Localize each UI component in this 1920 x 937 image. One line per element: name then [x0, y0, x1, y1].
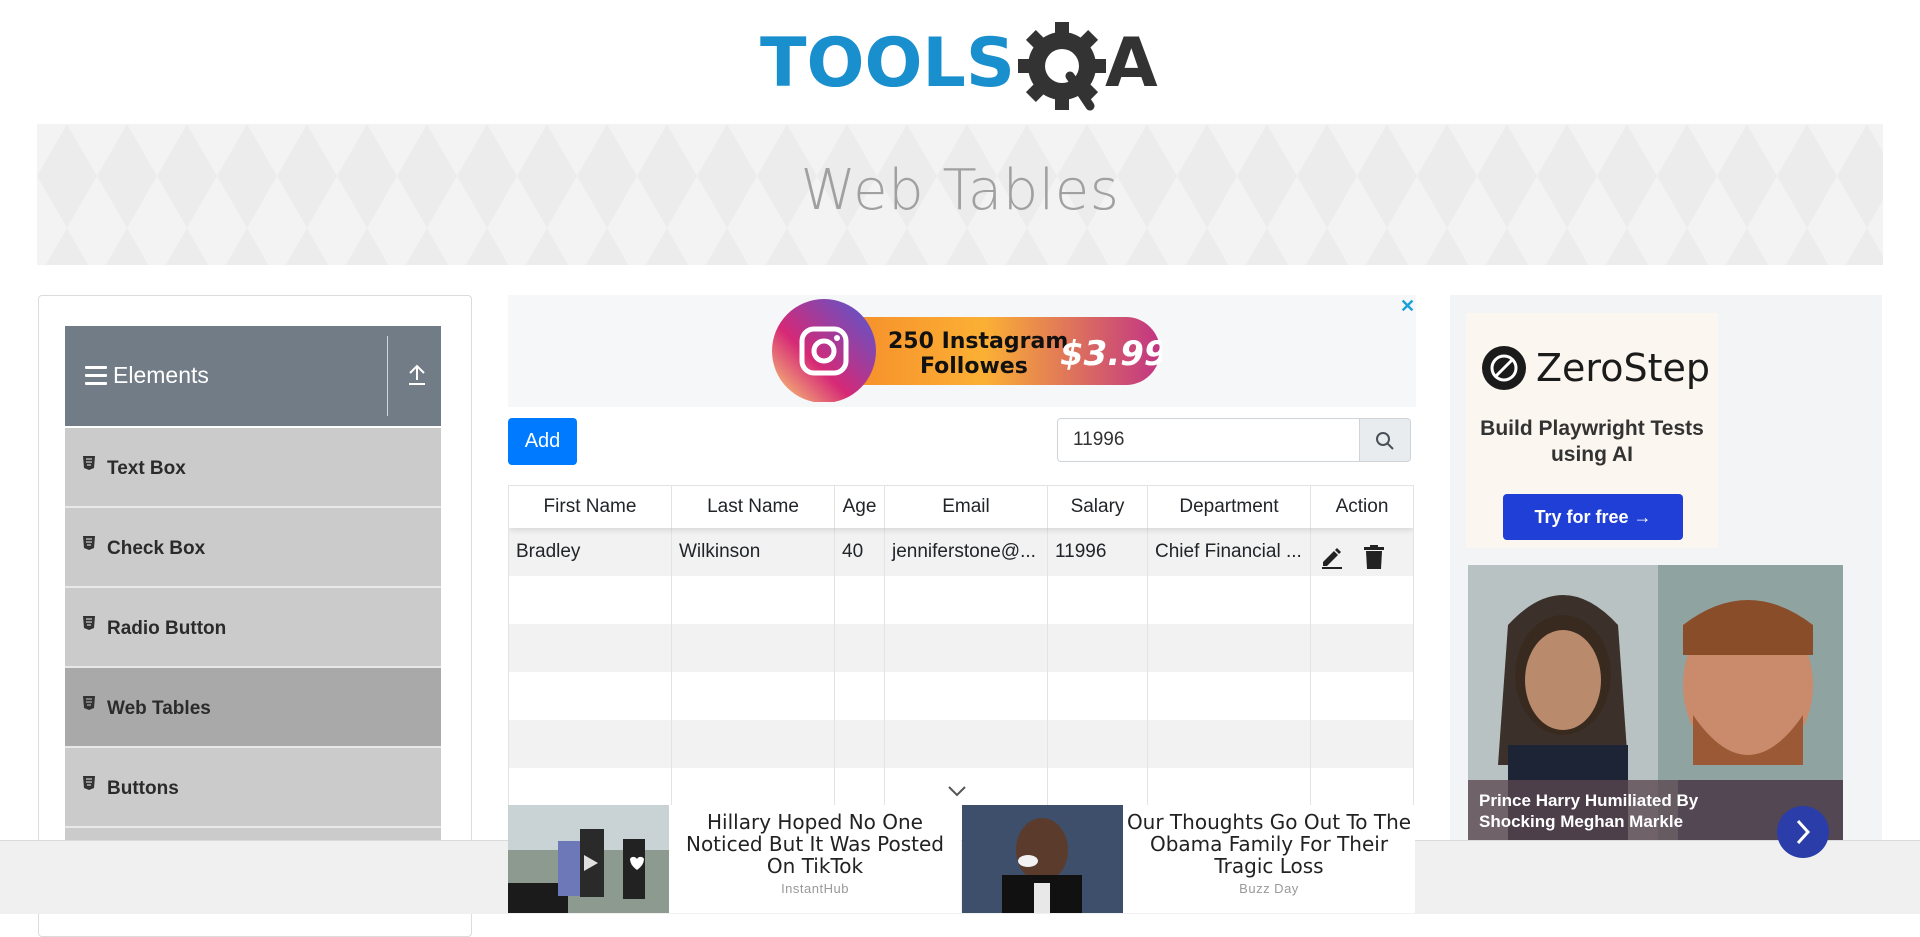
cell-age: 40: [835, 528, 885, 576]
page-title: Web Tables: [800, 158, 1120, 223]
cell-department: Chief Financial ...: [1148, 528, 1311, 576]
collapse-icon[interactable]: [407, 364, 427, 392]
ad-price: $3.99: [1060, 334, 1162, 374]
news-card-2[interactable]: Our Thoughts Go Out To The Obama Family …: [962, 805, 1415, 913]
col-header-email[interactable]: Email: [885, 486, 1048, 528]
close-icon[interactable]: ✕: [1400, 296, 1415, 317]
header-divider: [387, 336, 388, 416]
table-row: [509, 576, 1413, 624]
col-header-action: Action: [1335, 496, 1389, 517]
toolsqa-logo[interactable]: TOOLS A: [760, 20, 1170, 112]
zerostep-tagline: Build Playwright Tests using AI: [1480, 417, 1704, 466]
next-arrow-button[interactable]: [1777, 806, 1829, 858]
news-source: Buzz Day: [1239, 881, 1299, 896]
logo-text-a: A: [1105, 24, 1158, 103]
chevron-right-icon: [1796, 819, 1811, 845]
html5-icon: [83, 696, 95, 710]
table-row: [509, 720, 1413, 768]
sidebar-item-text-box[interactable]: Text Box: [65, 428, 441, 508]
col-header-salary[interactable]: Salary: [1048, 486, 1148, 528]
sidebar-item-label: Text Box: [107, 458, 186, 479]
cell-first-name: Bradley: [509, 528, 672, 576]
sidebar-item-label: Buttons: [107, 778, 179, 799]
try-for-free-button[interactable]: Try for free →: [1503, 494, 1683, 540]
news-headline[interactable]: Our Thoughts Go Out To The Obama Family …: [1123, 811, 1415, 877]
ad-line2: Followes: [920, 354, 1028, 379]
sidebar-item-web-tables[interactable]: Web Tables: [65, 668, 441, 748]
add-button[interactable]: Add: [508, 418, 577, 465]
delete-icon[interactable]: [1363, 540, 1385, 576]
col-header-first-name[interactable]: First Name: [509, 486, 672, 528]
sidebar-item-label: Check Box: [107, 538, 206, 559]
search-icon: [1376, 432, 1394, 450]
search-box: [1057, 418, 1411, 464]
table-header: First Name Last Name Age Email Salary De…: [509, 486, 1413, 528]
html5-icon: [83, 776, 95, 790]
elements-group-title: Elements: [113, 362, 209, 388]
search-button[interactable]: [1359, 418, 1411, 462]
table-row: [509, 624, 1413, 672]
zerostep-logo-icon: [1482, 346, 1526, 390]
logo-text-tools: TOOLS: [760, 24, 1015, 103]
sidebar-item-buttons[interactable]: Buttons: [65, 748, 441, 828]
cell-action: [1311, 528, 1413, 576]
gear-icon: [1018, 22, 1106, 111]
search-input[interactable]: [1057, 418, 1360, 462]
news-source: InstantHub: [781, 881, 849, 896]
sidebar-item-radio-button[interactable]: Radio Button: [65, 588, 441, 668]
news-headline[interactable]: Hillary Hoped No One Noticed But It Was …: [669, 811, 961, 877]
sidebar-item-check-box[interactable]: Check Box: [65, 508, 441, 588]
table-row: Bradley Wilkinson 40 jenniferstone@... 1…: [509, 528, 1413, 576]
news-thumbnail: [962, 805, 1123, 913]
html5-icon: [83, 616, 95, 630]
html5-icon: [83, 536, 95, 550]
cell-last-name: Wilkinson: [672, 528, 835, 576]
ad-caption-text: Prince Harry Humiliated By Shocking Megh…: [1479, 791, 1699, 831]
web-table: First Name Last Name Age Email Salary De…: [508, 485, 1414, 826]
sidebar-item-label: Web Tables: [107, 698, 211, 719]
page-banner: Web Tables: [37, 124, 1883, 265]
news-card-1[interactable]: Hillary Hoped No One Noticed But It Was …: [508, 805, 961, 913]
instagram-ad[interactable]: 250 Instagram Followes $3.99: [770, 297, 1168, 403]
chevron-down-icon[interactable]: [948, 784, 966, 802]
ad-line1: 250 Instagram: [888, 329, 1068, 354]
menu-icon: [85, 366, 107, 386]
col-header-last-name[interactable]: Last Name: [672, 486, 835, 528]
edit-icon[interactable]: [1320, 540, 1344, 576]
news-thumbnail: [508, 805, 669, 913]
zerostep-brand: ZeroStep: [1536, 346, 1710, 390]
col-header-department[interactable]: Department: [1148, 486, 1311, 528]
html5-icon: [83, 456, 95, 470]
col-header-age[interactable]: Age: [835, 486, 885, 528]
table-row: [509, 672, 1413, 720]
cell-salary: 11996: [1048, 528, 1148, 576]
sidebar-item-label: Radio Button: [107, 618, 227, 639]
elements-group-header[interactable]: Elements: [65, 326, 441, 426]
cell-email: jenniferstone@...: [885, 528, 1048, 576]
